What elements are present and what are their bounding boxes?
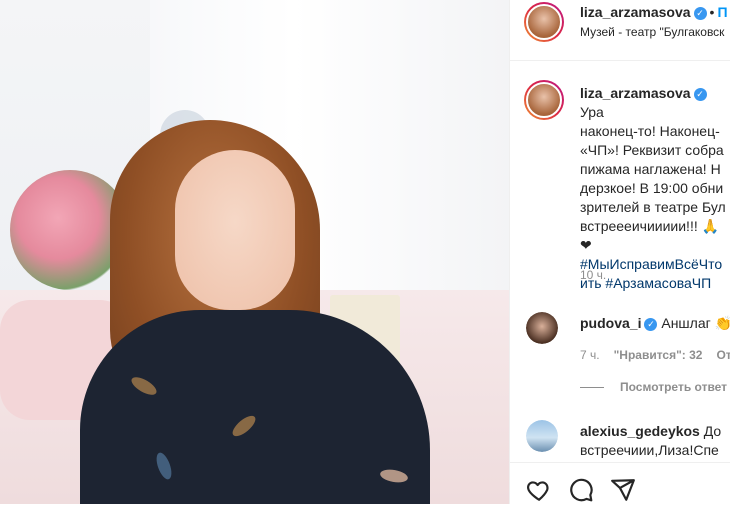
commenter-avatar[interactable]: [526, 420, 558, 452]
verified-badge-icon: ✓: [644, 318, 658, 331]
reply-button[interactable]: От: [716, 348, 730, 362]
follow-button[interactable]: П: [717, 4, 727, 20]
post-side-panel: liza_arzamasova ✓ • П Музей - театр "Булгак…: [509, 0, 730, 504]
view-replies-label: Посмотреть ответ: [620, 380, 728, 394]
location-link[interactable]: Музей - театр "Булгаковск: [580, 25, 724, 39]
comment-body: До: [703, 423, 722, 439]
header-username-row: liza_arzamasova ✓ • П: [580, 4, 728, 20]
heart-icon[interactable]: [526, 477, 552, 503]
commenter-username[interactable]: alexius_gedeykos: [580, 423, 700, 439]
caption-line: Ура: [580, 104, 604, 120]
verified-badge-icon: ✓: [693, 7, 707, 20]
separator-dot: •: [709, 4, 715, 20]
caption-line: зрителей в театре Бул: [580, 199, 726, 215]
caption-line: «ЧП»! Реквизит собра: [580, 142, 724, 158]
commenter-avatar[interactable]: [526, 312, 558, 344]
verified-badge-icon: ✓: [693, 88, 707, 101]
comment-likes[interactable]: "Нравится": 32: [614, 348, 703, 362]
comment-text: alexius_gedeykos До встреечиии,Лиза!Спе: [580, 422, 730, 460]
caption-line: пижама наглажена! Н: [580, 161, 721, 177]
hashtag-link[interactable]: #АрзамасоваЧП: [605, 275, 711, 291]
caption-timestamp[interactable]: 10 ч.: [580, 268, 606, 282]
author-avatar[interactable]: [524, 2, 564, 42]
post-header: liza_arzamasova ✓ • П Музей - театр "Булгак…: [510, 0, 730, 61]
comment-body-line: встреечиии,Лиза!Спе: [580, 442, 719, 458]
comment-meta: 7 ч. "Нравится": 32 От: [580, 348, 730, 362]
author-username[interactable]: liza_arzamasova: [580, 4, 691, 20]
caption-line: наконец-то! Наконец-: [580, 123, 720, 139]
comment-body: Аншлаг 👏: [661, 315, 730, 331]
comment-timestamp[interactable]: 7 ч.: [580, 348, 600, 362]
caption-line: встреееичиииии!!! 🙏❤: [580, 218, 720, 253]
comment-icon[interactable]: [568, 477, 594, 503]
caption-avatar[interactable]: [524, 80, 564, 120]
share-icon[interactable]: [610, 477, 636, 503]
comment-text: pudova_i ✓ Аншлаг 👏: [580, 314, 730, 333]
caption-line: дерзкое! В 19:00 обни: [580, 180, 724, 196]
commenter-username[interactable]: pudova_i: [580, 315, 641, 331]
view-replies-button[interactable]: Посмотреть ответ: [580, 380, 727, 394]
post-photo[interactable]: [0, 0, 509, 504]
post-actions-bar: [510, 462, 730, 505]
photo-face: [175, 150, 295, 310]
replies-line: [580, 387, 604, 389]
caption-text: liza_arzamasova ✓ Ура наконец-то! Наконец…: [580, 84, 730, 293]
caption-username[interactable]: liza_arzamasova: [580, 85, 691, 101]
